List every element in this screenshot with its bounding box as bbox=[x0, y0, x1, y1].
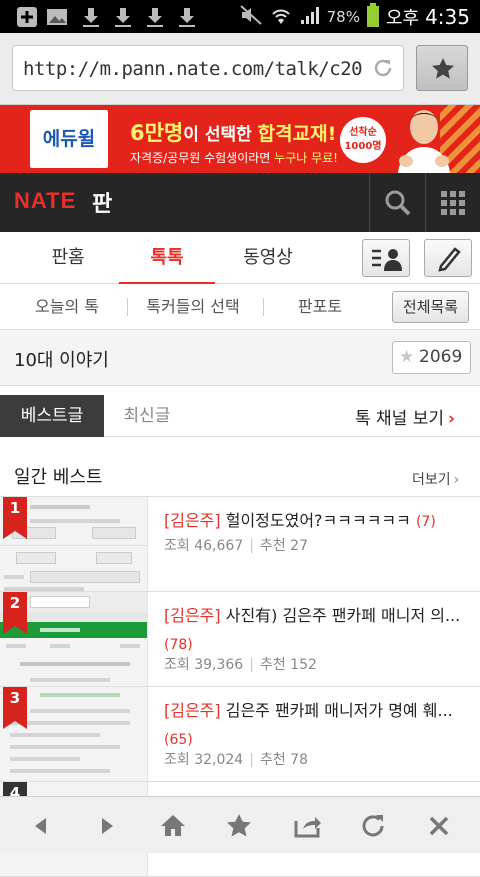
download-icon bbox=[176, 6, 198, 28]
divider bbox=[425, 173, 426, 232]
favorite-count-button[interactable]: ★ 2069 bbox=[392, 341, 471, 374]
ad-person-image bbox=[388, 105, 460, 173]
ad-subline: 자격증/공무원 수험생이라면 누구나 무료! bbox=[130, 151, 338, 165]
download-icon bbox=[80, 6, 102, 28]
home-icon[interactable] bbox=[158, 811, 188, 841]
tab-talk[interactable]: 톡톡 bbox=[119, 232, 215, 285]
ad-headline: 6만명이 선택한 합격교재! bbox=[130, 121, 337, 145]
post-title[interactable]: [김은주] 김은주 팬카페 매니저가 명예 훼...(65) bbox=[164, 697, 464, 754]
divider bbox=[369, 173, 370, 232]
my-profile-button[interactable] bbox=[362, 239, 410, 277]
write-button[interactable] bbox=[424, 239, 472, 277]
tab-best[interactable]: 베스트글 bbox=[0, 395, 104, 437]
list-item[interactable]: 2 [김은주] 사진有) 김은주 팬카페 매니저 의...(78) 조회 39,… bbox=[0, 592, 480, 687]
tab-video[interactable]: 동영상 bbox=[220, 232, 316, 284]
subtab-pan-photo[interactable]: 판포토 bbox=[283, 284, 357, 330]
close-icon[interactable] bbox=[424, 811, 454, 841]
all-list-button[interactable]: 전체목록 bbox=[392, 291, 469, 323]
divider bbox=[263, 298, 264, 316]
section-title: 일간 베스트 bbox=[14, 467, 103, 488]
apps-grid-icon[interactable] bbox=[440, 190, 466, 216]
download-icon bbox=[144, 6, 166, 28]
pencil-icon bbox=[436, 245, 462, 277]
subtab-today-talk[interactable]: 오늘의 톡 bbox=[22, 284, 112, 330]
mute-icon bbox=[239, 4, 263, 30]
post-title[interactable]: [김은주] 사진有) 김은주 팬카페 매니저 의...(78) bbox=[164, 602, 464, 659]
post-meta: 조회 46,667 | 추천 27 bbox=[164, 538, 308, 554]
url-text: http://m.pann.nate.com/talk/c2003 bbox=[23, 58, 363, 80]
comment-count: (65) bbox=[164, 732, 193, 748]
section-header: 일간 베스트 더보기 › bbox=[0, 437, 480, 497]
star-icon bbox=[430, 56, 456, 86]
star-icon[interactable] bbox=[224, 811, 254, 841]
clock: 4:35 bbox=[425, 5, 470, 29]
rank-badge: 1 bbox=[3, 497, 27, 539]
ad-logo: 에듀윌 bbox=[30, 110, 108, 168]
service-title[interactable]: 판 bbox=[92, 186, 112, 218]
browser-bottom-toolbar bbox=[0, 796, 480, 853]
sub-tabs: 오늘의 톡 톡커들의 선택 판포토 전체목록 bbox=[0, 284, 480, 330]
category-title: 10대 이야기 bbox=[14, 350, 109, 371]
rank-badge: 2 bbox=[3, 592, 27, 634]
status-bar: 78% 오후 4:35 bbox=[0, 0, 480, 33]
share-icon[interactable] bbox=[292, 811, 322, 841]
post-meta: 조회 39,366 | 추천 152 bbox=[164, 657, 317, 673]
refresh-icon[interactable] bbox=[358, 811, 388, 841]
divider bbox=[127, 298, 128, 316]
user-list-icon bbox=[371, 246, 403, 276]
favorite-count: 2069 bbox=[419, 347, 463, 367]
forward-icon[interactable] bbox=[92, 811, 122, 841]
ad-banner[interactable]: 에듀윌 6만명이 선택한 합격교재! 자격증/공무원 수험생이라면 누구나 무료… bbox=[0, 105, 480, 173]
content-tabs: 베스트글 최신글 톡 채널 보기 › bbox=[0, 386, 480, 437]
more-link[interactable]: 더보기 › bbox=[412, 469, 459, 489]
talk-channel-link[interactable]: 톡 채널 보기 › bbox=[355, 404, 455, 429]
tab-pan-home[interactable]: 판홈 bbox=[20, 232, 116, 284]
url-field[interactable]: http://m.pann.nate.com/talk/c2003 bbox=[12, 45, 404, 91]
category-bar: 10대 이야기 ★ 2069 bbox=[0, 330, 480, 386]
ad-badge: 선착순 1000명 bbox=[340, 117, 386, 163]
post-meta: 조회 32,024 | 추천 78 bbox=[164, 752, 308, 768]
back-icon[interactable] bbox=[26, 811, 56, 841]
comment-count: (7) bbox=[415, 514, 436, 530]
time-ampm: 오후 bbox=[385, 8, 420, 29]
comment-count: (78) bbox=[164, 637, 193, 653]
chevron-right-icon: › bbox=[448, 409, 456, 429]
signal-icon bbox=[299, 4, 321, 30]
nate-logo[interactable]: NATE bbox=[14, 188, 76, 214]
refresh-icon[interactable] bbox=[371, 56, 395, 80]
list-item[interactable]: 1 [김은주] 헐이정도였어?ㅋㅋㅋㅋㅋㅋ (7) 조회 46,667 | 추천 2… bbox=[0, 497, 480, 592]
chevron-right-icon: › bbox=[453, 472, 460, 488]
star-icon: ★ bbox=[399, 347, 415, 367]
battery-percent: 78% bbox=[326, 8, 360, 26]
bookmark-button[interactable] bbox=[416, 45, 468, 91]
image-icon bbox=[46, 6, 68, 28]
post-title[interactable]: [김은주] 헐이정도였어?ㅋㅋㅋㅋㅋㅋ (7) bbox=[164, 507, 464, 536]
browser-toolbar: http://m.pann.nate.com/talk/c2003 bbox=[0, 33, 480, 105]
site-header: NATE 판 bbox=[0, 173, 480, 232]
list-item[interactable]: 3 [김은주] 김은주 팬카페 매니저가 명예 훼...(65) 조회 32,0… bbox=[0, 687, 480, 782]
search-icon[interactable] bbox=[384, 189, 412, 217]
wifi-icon bbox=[269, 4, 293, 30]
main-tabs: 판홈 톡톡 동영상 bbox=[0, 232, 480, 285]
battery-icon bbox=[366, 3, 380, 31]
tab-latest[interactable]: 최신글 bbox=[104, 395, 190, 437]
add-icon bbox=[16, 6, 38, 28]
rank-badge: 3 bbox=[3, 687, 27, 729]
subtab-talkers-choice[interactable]: 톡커들의 선택 bbox=[140, 284, 246, 330]
download-icon bbox=[112, 6, 134, 28]
